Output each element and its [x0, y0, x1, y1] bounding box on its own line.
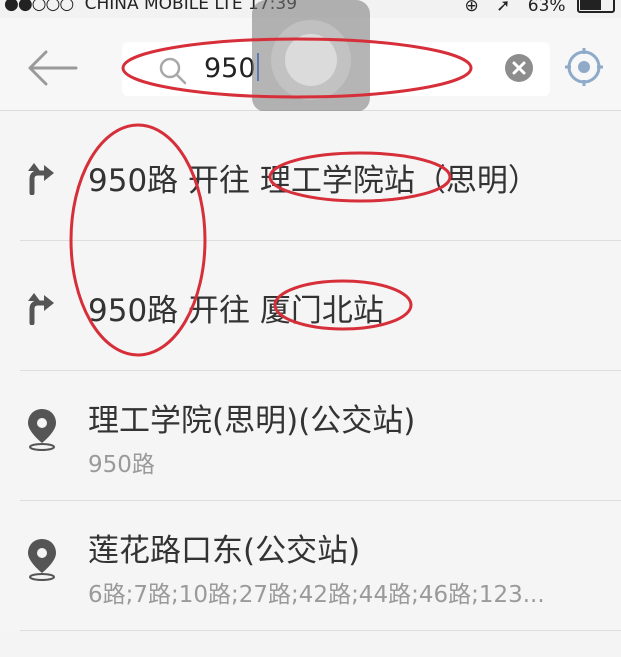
search-query-value: 950: [204, 53, 256, 84]
battery-icon: [577, 0, 615, 13]
locate-button[interactable]: [565, 48, 603, 86]
stop-name: 莲花路口东(公交站): [88, 533, 361, 569]
carrier-name: CHINA MOBILE: [84, 0, 209, 14]
route-destination: 厦门北站: [259, 293, 384, 329]
route-district: （思明）: [414, 163, 539, 199]
route-direction: 开往: [188, 293, 251, 329]
route-line: 950路: [88, 293, 179, 329]
route-line: 950路: [88, 163, 179, 199]
location-arrow-icon: ➚: [496, 0, 511, 16]
location-pin-icon: [28, 409, 56, 451]
result-row-route-1[interactable]: 950路 开往 理工学院站（思明）: [0, 111, 621, 241]
stop-name: 理工学院(思明)(公交站): [88, 403, 416, 439]
route-destination: 理工学院站: [259, 163, 415, 199]
row-divider: [20, 630, 621, 631]
stop-lines: 6路;7路;10路;27路;42路;44路;46路;123...: [88, 582, 545, 608]
assistive-touch-button[interactable]: [252, 0, 370, 112]
status-right: ⊕ ➚ 63%: [464, 0, 615, 16]
signal-strength-icon: ●●○○○: [4, 0, 74, 14]
lock-rotation-icon: ⊕: [464, 0, 479, 16]
route-turn-icon: [28, 293, 54, 325]
search-icon: [159, 57, 187, 85]
result-row-stop-1[interactable]: 理工学院(思明)(公交站) 950路: [0, 371, 621, 501]
search-query-text: 950: [204, 53, 259, 84]
network-type: LTE: [214, 0, 243, 14]
search-results-list: 950路 开往 理工学院站（思明） 950路 开往 厦门北站 理工学院(思明)(…: [0, 111, 621, 631]
route-title: 950路 开往 厦门北站: [88, 285, 384, 330]
result-row-route-2[interactable]: 950路 开往 厦门北站: [0, 241, 621, 371]
back-arrow-icon: [28, 50, 78, 86]
route-turn-icon: [28, 163, 54, 195]
route-title: 950路 开往 理工学院站（思明）: [88, 155, 539, 200]
result-row-stop-2[interactable]: 莲花路口东(公交站) 6路;7路;10路;27路;42路;44路;46路;123…: [0, 501, 621, 631]
location-pin-icon: [28, 539, 56, 581]
battery-percent: 63%: [527, 0, 566, 16]
route-direction: 开往: [188, 163, 251, 199]
clear-search-button[interactable]: [504, 53, 534, 83]
stop-lines: 950路: [88, 452, 155, 478]
back-button[interactable]: [24, 48, 80, 88]
